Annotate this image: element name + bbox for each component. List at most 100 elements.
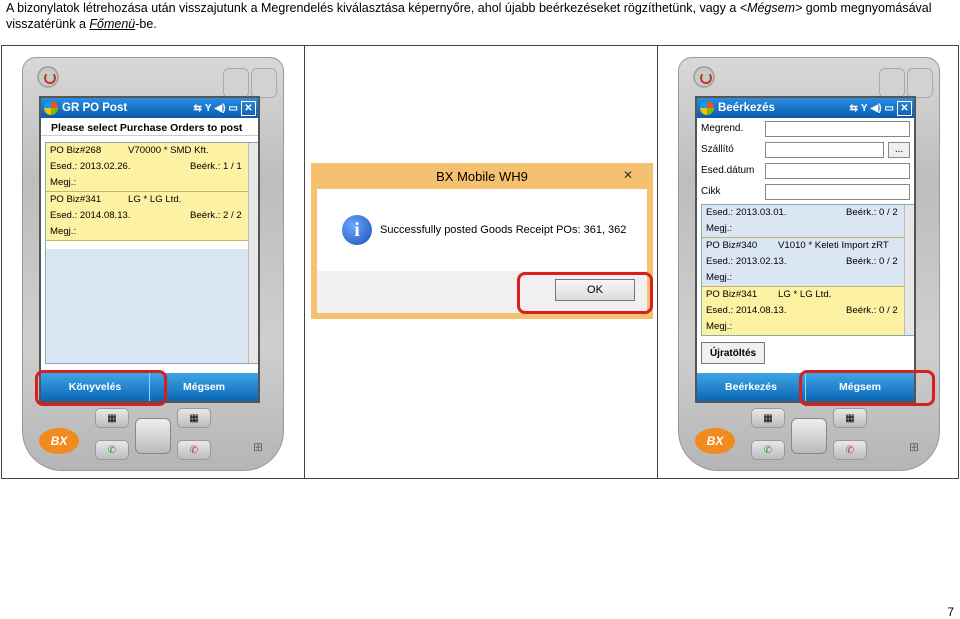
softkey-right-icon[interactable]: ▦: [833, 408, 867, 428]
status-icons: ⇆ Y ◀) ▭ ✕: [849, 100, 914, 116]
note: Megj.:: [50, 226, 77, 237]
softkey-left-icon[interactable]: ▦: [751, 408, 785, 428]
highlight-box: [517, 272, 653, 314]
receipt-button[interactable]: Beérkezés: [697, 373, 806, 401]
device-screen: Beérkezés ⇆ Y ◀) ▭ ✕ Megrend. Szállító..…: [695, 96, 916, 403]
pda-device-left: GR PO Post ⇆ Y ◀) ▭ ✕ Please select Purc…: [22, 57, 284, 471]
order-input[interactable]: [765, 120, 910, 137]
close-icon[interactable]: ✕: [241, 100, 256, 116]
field-label: Megrend.: [701, 123, 744, 134]
caption-megsem: <Mégsem>: [739, 1, 803, 15]
windows-start-icon[interactable]: [700, 101, 714, 115]
page-number: 7: [947, 605, 954, 619]
vendor: LG * LG Ltd.: [778, 289, 832, 300]
windows-flag-icon: ⊞: [252, 440, 263, 454]
vendor-input[interactable]: [765, 141, 884, 158]
po-number: PO Biz#268: [50, 145, 102, 156]
close-icon[interactable]: ✕: [897, 100, 912, 116]
power-icon[interactable]: [37, 66, 59, 88]
side-button[interactable]: [251, 68, 277, 98]
battery-icon: ▭: [884, 102, 894, 114]
bx-logo: BX: [695, 428, 735, 454]
call-icon[interactable]: ✆: [751, 440, 785, 460]
dpad[interactable]: [791, 418, 827, 454]
end-call-icon[interactable]: ✆: [833, 440, 867, 460]
softkey-right-icon[interactable]: ▦: [177, 408, 211, 428]
power-icon[interactable]: [693, 66, 715, 88]
order-list[interactable]: Esed.: 2013.03.01. Beérk.: 0 / 2 Megj.: P…: [701, 204, 914, 336]
info-icon: i: [342, 215, 372, 245]
signal-icon: Y: [204, 102, 212, 114]
note: Megj.:: [50, 177, 77, 188]
volume-icon: ◀): [214, 102, 226, 114]
battery-icon: ▭: [228, 102, 238, 114]
dialog-body: i Successfully posted Goods Receipt POs:…: [317, 189, 647, 271]
highlight-box: [35, 370, 167, 406]
date-input[interactable]: [765, 162, 910, 179]
dialog-title: BX Mobile WH9: [436, 168, 528, 184]
caption-text: A bizonylatok létrehozása után visszajut…: [6, 0, 956, 32]
dpad[interactable]: [135, 418, 171, 454]
list-item[interactable]: PO Biz#341 LG * LG Ltd. Esed.: 2014.08.13…: [46, 192, 258, 241]
po-number: PO Biz#340: [706, 240, 758, 251]
browse-button[interactable]: ...: [888, 141, 910, 158]
title-bar: GR PO Post ⇆ Y ◀) ▭ ✕: [41, 98, 258, 118]
note: Megj.:: [706, 272, 733, 283]
item-field-row: Cikk: [697, 181, 914, 202]
order-list[interactable]: PO Biz#268 V70000 * SMD Kft. Esed.: 2013.…: [45, 142, 258, 364]
due-date: Esed.: 2014.08.13.: [50, 210, 131, 221]
column-divider: [657, 46, 658, 478]
caption-fomenu: Főmenü: [89, 17, 136, 31]
field-label: Cikk: [701, 186, 721, 197]
volume-icon: ◀): [870, 102, 882, 114]
due-date: Esed.: 2013.03.01.: [706, 207, 787, 218]
bx-logo: BX: [39, 428, 79, 454]
device-keypad: ▦ ▦ ✆ ✆: [749, 408, 869, 466]
end-call-icon[interactable]: ✆: [177, 440, 211, 460]
title-bar: Beérkezés ⇆ Y ◀) ▭ ✕: [697, 98, 914, 118]
device-keypad: ▦ ▦ ✆ ✆: [93, 408, 213, 466]
order-field-row: Megrend.: [697, 118, 914, 139]
screenshot-table: GR PO Post ⇆ Y ◀) ▭ ✕ Please select Purc…: [1, 45, 959, 479]
po-number: PO Biz#341: [50, 194, 102, 205]
app-title: GR PO Post: [62, 102, 128, 114]
received-count: Beérk.: 0 / 2: [846, 305, 898, 316]
list-empty-area: [46, 249, 248, 363]
due-date: Esed.: 2013.02.26.: [50, 161, 131, 172]
status-icons: ⇆ Y ◀) ▭ ✕: [193, 100, 258, 116]
dialog-message: Successfully posted Goods Receipt POs: 3…: [380, 224, 627, 236]
close-icon[interactable]: ✕: [615, 166, 641, 184]
call-icon[interactable]: ✆: [95, 440, 129, 460]
po-number: PO Biz#341: [706, 289, 758, 300]
connectivity-icon: ⇆: [849, 102, 858, 114]
field-label: Szállító: [701, 144, 734, 155]
list-item[interactable]: PO Biz#340 V1010 * Keleti Import zRT Esed…: [702, 238, 914, 287]
vendor-field-row: Szállító...: [697, 139, 914, 160]
received-count: Beérk.: 1 / 1: [190, 161, 242, 172]
list-item[interactable]: PO Biz#341 LG * LG Ltd. Esed.: 2014.08.13…: [702, 287, 914, 335]
item-input[interactable]: [765, 183, 910, 200]
caption-part: A bizonylatok létrehozása után visszajut…: [6, 1, 740, 15]
softkey-left-icon[interactable]: ▦: [95, 408, 129, 428]
received-count: Beérk.: 0 / 2: [846, 207, 898, 218]
field-label: Esed.dátum: [701, 165, 755, 176]
column-divider: [304, 46, 305, 478]
vendor: LG * LG Ltd.: [128, 194, 182, 205]
windows-start-icon[interactable]: [44, 101, 58, 115]
scrollbar[interactable]: [248, 143, 258, 363]
note: Megj.:: [706, 223, 733, 234]
list-item[interactable]: Esed.: 2013.03.01. Beérk.: 0 / 2 Megj.:: [702, 205, 914, 238]
received-count: Beérk.: 2 / 2: [190, 210, 242, 221]
side-button[interactable]: [223, 68, 249, 98]
side-button[interactable]: [907, 68, 933, 98]
reload-button[interactable]: Újratöltés: [701, 342, 765, 364]
side-button[interactable]: [879, 68, 905, 98]
vendor: V70000 * SMD Kft.: [128, 145, 209, 156]
device-screen: GR PO Post ⇆ Y ◀) ▭ ✕ Please select Purc…: [39, 96, 260, 403]
screen-subtitle: Please select Purchase Orders to post: [41, 118, 258, 136]
due-date: Esed.: 2014.08.13.: [706, 305, 787, 316]
note: Megj.:: [706, 321, 733, 332]
scrollbar[interactable]: [904, 205, 914, 335]
list-item[interactable]: PO Biz#268 V70000 * SMD Kft. Esed.: 2013.…: [46, 143, 258, 192]
due-date: Esed.: 2013.02.13.: [706, 256, 787, 267]
